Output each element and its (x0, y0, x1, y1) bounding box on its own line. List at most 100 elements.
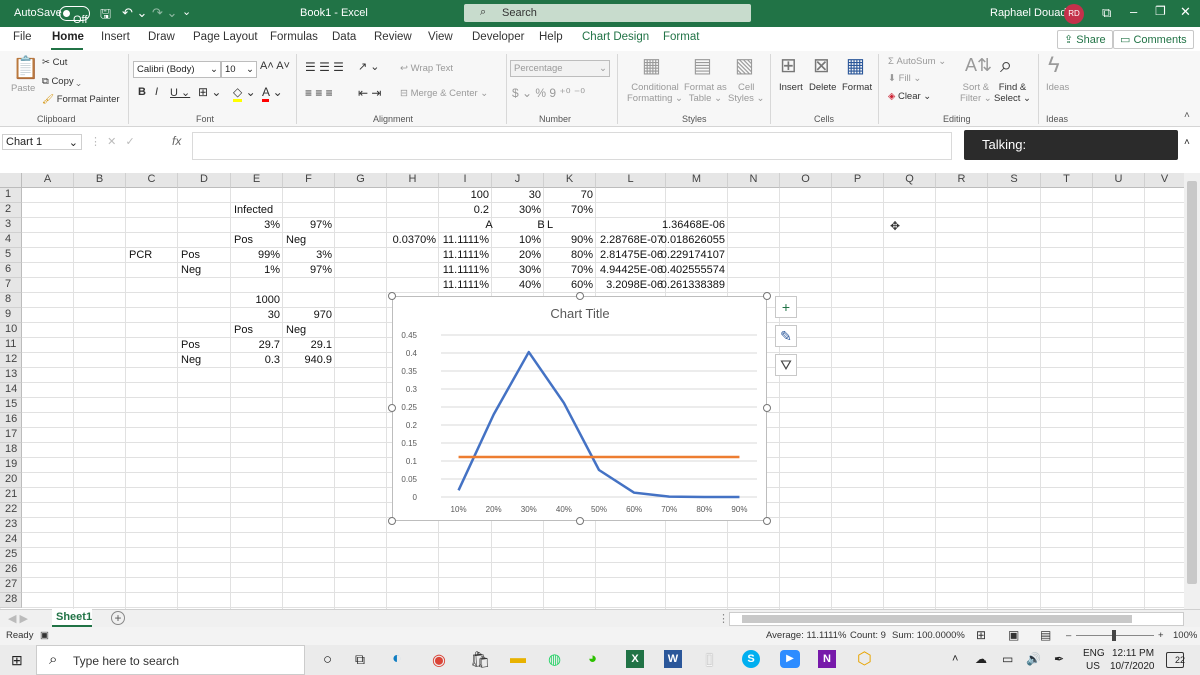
row-header[interactable]: 3 (0, 218, 22, 233)
delete-cells-button[interactable]: Delete (809, 82, 836, 93)
zoom-icon[interactable]: ▶ (780, 650, 800, 668)
resize-handle[interactable] (388, 292, 396, 300)
chrome-icon[interactable]: ◉ (432, 650, 446, 670)
word-icon[interactable]: W (664, 650, 682, 668)
cell-f5[interactable]: 3% (243, 248, 332, 263)
column-header[interactable]: T (1041, 173, 1093, 188)
cell-k1[interactable]: 70 (504, 188, 593, 203)
tab-format[interactable]: Format (663, 31, 699, 43)
column-header[interactable]: G (335, 173, 387, 188)
column-header[interactable]: Q (884, 173, 936, 188)
onenote-icon[interactable]: N (818, 650, 836, 668)
row-header[interactable]: 4 (0, 233, 22, 248)
cell-c5[interactable]: PCR (129, 248, 152, 263)
cell-m5[interactable]: 0.229174107 (626, 248, 725, 263)
resize-handle[interactable] (576, 292, 584, 300)
tab-split-icon[interactable]: ⋮ (718, 612, 729, 625)
row-header[interactable]: 24 (0, 533, 22, 548)
column-header[interactable]: N (728, 173, 780, 188)
page-layout-view-icon[interactable]: ▣ (1008, 628, 1019, 642)
column-header[interactable]: M (666, 173, 728, 188)
tab-developer[interactable]: Developer (472, 31, 524, 43)
row-header[interactable]: 7 (0, 278, 22, 293)
sort-filter-icon[interactable]: A⇅ (965, 56, 992, 74)
tab-home[interactable]: Home (52, 31, 84, 43)
cell-m7[interactable]: 0.261338389 (626, 278, 725, 293)
column-header[interactable]: R (936, 173, 988, 188)
horizontal-scrollbar[interactable] (729, 612, 1184, 626)
copy-button[interactable]: ⧉ Copy ⌄ (42, 76, 81, 87)
resize-handle[interactable] (576, 517, 584, 525)
store-icon[interactable]: 🛍 (470, 650, 490, 670)
column-header[interactable]: B (74, 173, 126, 188)
name-box[interactable]: Chart 1 ⌄ (2, 134, 82, 150)
row-header[interactable]: 6 (0, 263, 22, 278)
column-header[interactable]: C (126, 173, 178, 188)
resize-handle[interactable] (763, 517, 771, 525)
accessibility-icon[interactable]: ▣ (40, 630, 49, 641)
cell-k3[interactable]: L (547, 218, 553, 233)
insert-function-icon[interactable]: fx (172, 134, 181, 148)
row-header[interactable]: 22 (0, 503, 22, 518)
undo-icon[interactable]: ↶ ⌄ (122, 5, 147, 21)
clear-button[interactable]: ◈ Clear ⌄ (888, 91, 931, 102)
edge-icon[interactable]: ◐ (392, 650, 402, 668)
column-header[interactable]: K (544, 173, 596, 188)
row-header[interactable]: 26 (0, 563, 22, 578)
tab-view[interactable]: View (428, 31, 453, 43)
fill-color-icon[interactable]: ◇ ⌄ (233, 85, 256, 102)
merge-center-button[interactable]: ⊟ Merge & Center ⌄ (400, 88, 488, 99)
cell-e8[interactable]: 1000 (191, 293, 280, 308)
number-format-select[interactable]: Percentage ⌄ (510, 60, 610, 77)
notepad-icon[interactable]: ▯ (705, 649, 714, 669)
column-header[interactable]: V (1145, 173, 1185, 188)
orientation-icon[interactable]: ↗ ⌄ (358, 60, 380, 73)
share-button[interactable]: ⇪ Share (1057, 30, 1113, 49)
chart-elements-button[interactable]: + (775, 296, 797, 318)
sort-filter-button[interactable]: Sort & Filter ⌄ (960, 82, 992, 104)
column-header[interactable]: H (387, 173, 439, 188)
row-header[interactable]: 5 (0, 248, 22, 263)
row-header[interactable]: 28 (0, 593, 22, 608)
tab-help[interactable]: Help (539, 31, 563, 43)
indent-icon[interactable]: ⇤ ⇥ (358, 86, 381, 100)
ribbon-display-icon[interactable]: ⧉ (1102, 5, 1111, 21)
resize-handle[interactable] (763, 292, 771, 300)
cell-styles-button[interactable]: Cell Styles ⌄ (728, 82, 764, 104)
zoom-slider-thumb[interactable] (1112, 630, 1116, 641)
row-header[interactable]: 10 (0, 323, 22, 338)
tab-draw[interactable]: Draw (148, 31, 175, 43)
paste-button[interactable]: Paste (11, 83, 35, 94)
find-select-icon[interactable]: ⌕ (1000, 54, 1012, 76)
row-header[interactable]: 11 (0, 338, 22, 353)
autosave-toggle[interactable]: Off (59, 6, 90, 26)
cell-e10[interactable]: Pos (234, 323, 253, 338)
cell-f4[interactable]: Neg (286, 233, 306, 248)
row-header[interactable]: 23 (0, 518, 22, 533)
delete-cells-icon[interactable]: ⊠ (813, 56, 830, 76)
tab-chart-design[interactable]: Chart Design (582, 31, 649, 43)
collapse-ribbon-icon[interactable]: ˄ (1184, 111, 1190, 121)
font-color-icon[interactable]: A ⌄ (262, 85, 283, 102)
ideas-button[interactable]: Ideas (1046, 82, 1069, 93)
column-header[interactable]: D (178, 173, 231, 188)
expand-formula-icon[interactable]: ˄ (1184, 137, 1190, 148)
format-cells-icon[interactable]: ▦ (846, 56, 865, 76)
insert-cells-button[interactable]: Insert (779, 82, 803, 93)
pen-icon[interactable]: ✒ (1054, 652, 1064, 666)
cell-j3[interactable]: B (537, 218, 544, 233)
row-header[interactable]: 8 (0, 293, 22, 308)
font-grow-icon[interactable]: A˄ A˅ (260, 60, 290, 72)
notification-icon[interactable]: 22 (1166, 652, 1185, 668)
cut-button[interactable]: ✂ Cut (42, 57, 67, 68)
select-all-corner[interactable] (0, 173, 22, 188)
formula-input[interactable] (192, 132, 952, 160)
row-header[interactable]: 2 (0, 203, 22, 218)
cell-f10[interactable]: Neg (286, 323, 306, 338)
tab-insert[interactable]: Insert (101, 31, 130, 43)
cell-m3[interactable]: 1.36468E-06 (626, 218, 725, 233)
cell-e4[interactable]: Pos (234, 233, 253, 248)
tab-page-layout[interactable]: Page Layout (193, 31, 258, 43)
cell-e2[interactable]: Infected (234, 203, 273, 218)
skype-icon[interactable]: S (742, 650, 760, 668)
